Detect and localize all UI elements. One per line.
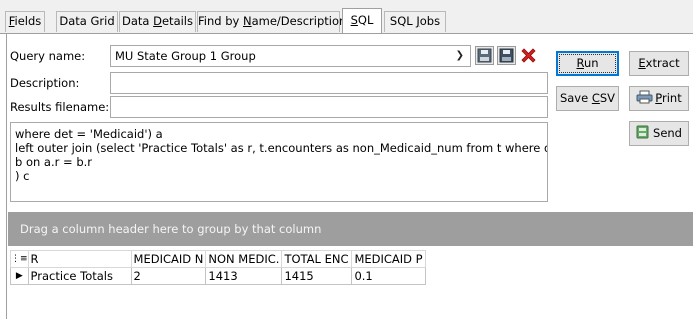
group-by-bar[interactable]: Drag a column header here to group by th… [8, 212, 693, 246]
row-indicator-icon: ▶ [10, 267, 29, 285]
table-cell[interactable]: 1415 [281, 267, 353, 285]
chevron-down-icon[interactable]: ❯ [456, 46, 464, 66]
tab-data-grid[interactable]: Data Grid [56, 11, 118, 32]
tab-sql[interactable]: SQL [342, 8, 382, 34]
tab-sql-jobs[interactable]: SQL Jobs [384, 11, 446, 32]
column-header-medicaid-n[interactable]: MEDICAID N [130, 250, 207, 268]
tab-fields[interactable]: Fields [5, 11, 45, 32]
save-icon [477, 48, 492, 63]
table-cell[interactable]: 2 [130, 267, 207, 285]
results-grid: ⋮≡ R MEDICAID N NON MEDIC. TOTAL ENC MED… [10, 250, 426, 285]
sql-line: left outer join (select 'Practice Totals… [15, 141, 547, 155]
print-button[interactable]: Print [629, 86, 689, 111]
run-button[interactable]: Run [556, 51, 619, 76]
grid-header-row: ⋮≡ R MEDICAID N NON MEDIC. TOTAL ENC MED… [10, 250, 426, 268]
send-icon [636, 125, 649, 139]
tab-find-by-name[interactable]: Find by Name/Description [197, 11, 346, 32]
column-header-total-enc[interactable]: TOTAL ENC [281, 250, 353, 268]
description-label: Description: [10, 76, 80, 90]
results-filename-field[interactable] [110, 96, 548, 118]
tab-data-details[interactable]: Data Details [119, 11, 196, 32]
extract-button[interactable]: Extract [629, 51, 689, 76]
table-cell[interactable]: Practice Totals [27, 267, 132, 285]
sql-line: b on a.r = b.r [15, 155, 92, 169]
tab-strip: Fields Data Grid Data Details Find by Na… [0, 0, 693, 34]
query-name-label: Query name: [10, 49, 86, 63]
results-filename-label: Results filename: [10, 100, 110, 114]
table-row[interactable]: ▶ Practice Totals 2 1413 1415 0.1 [10, 267, 426, 285]
query-name-combo[interactable]: MU State Group 1 Group ❯ [110, 45, 471, 67]
column-header-non-medic[interactable]: NON MEDIC. [205, 250, 283, 268]
send-button[interactable]: Send [629, 121, 689, 146]
query-name-value: MU State Group 1 Group [115, 49, 256, 63]
sql-line: ) c [15, 169, 30, 183]
grid-options-icon[interactable]: ⋮≡ [10, 250, 29, 268]
sql-editor[interactable]: where det = 'Medicaid') a left outer joi… [10, 122, 548, 202]
table-cell[interactable]: 1413 [205, 267, 283, 285]
save-csv-button[interactable]: Save CSV [556, 86, 619, 111]
sql-line: where det = 'Medicaid') a [15, 127, 163, 141]
delete-icon [521, 48, 536, 63]
column-header-r[interactable]: R [27, 250, 132, 268]
description-field[interactable] [110, 72, 548, 94]
printer-icon [636, 90, 653, 104]
delete-query-button[interactable] [519, 46, 538, 65]
column-header-medicaid-p[interactable]: MEDICAID P [351, 250, 426, 268]
save-as-icon [499, 48, 514, 63]
save-as-query-button[interactable] [497, 46, 516, 65]
table-cell[interactable]: 0.1 [351, 267, 426, 285]
save-query-button[interactable] [475, 46, 494, 65]
